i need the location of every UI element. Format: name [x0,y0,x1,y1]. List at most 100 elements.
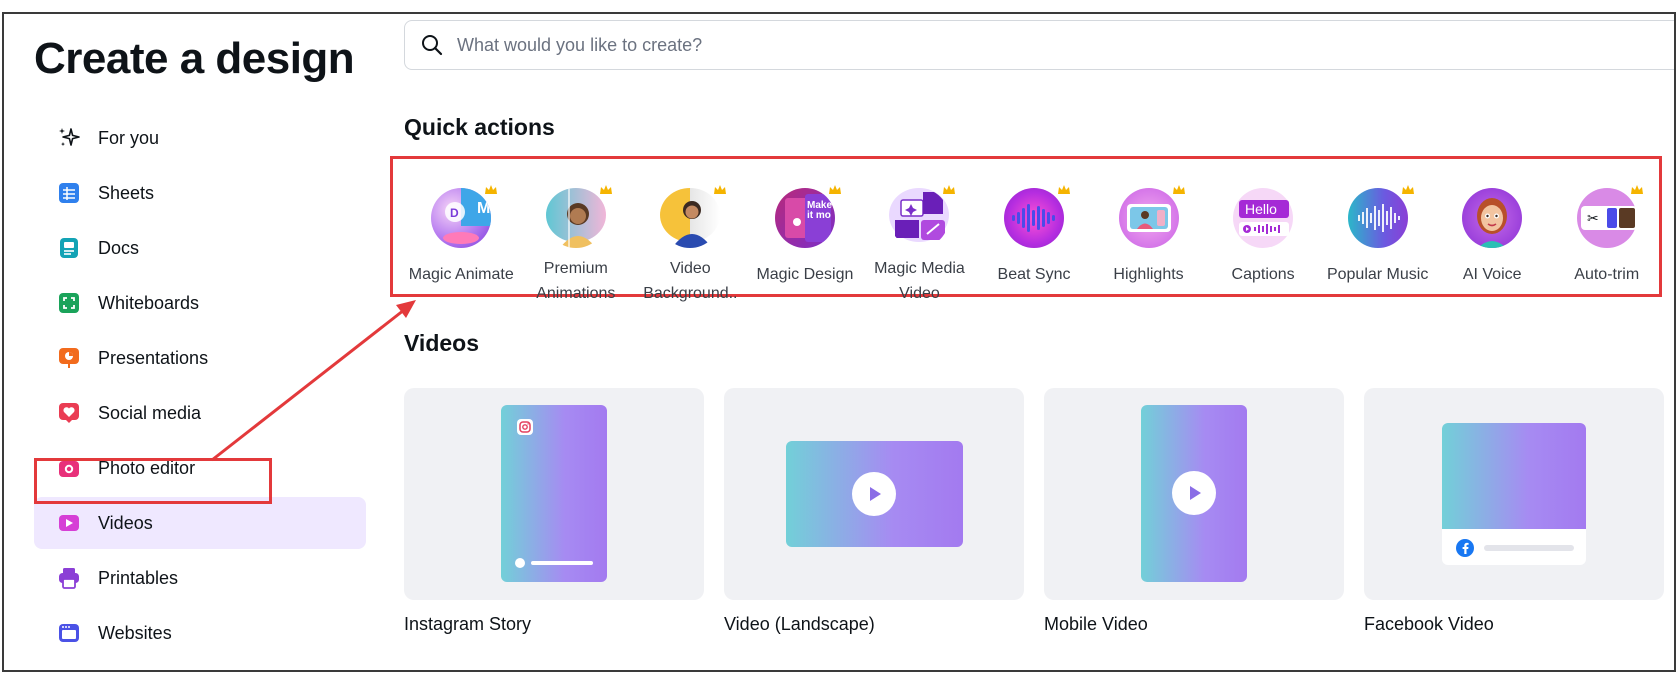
video-icon [56,510,82,536]
crown-icon [1397,180,1418,200]
magic-animate-thumbnail: M D [431,180,502,248]
quick-action-label: AI Voice [1462,266,1522,283]
sidebar-item-label: Websites [98,622,172,643]
beat-sync-thumbnail [1004,180,1074,248]
crown-icon [1626,180,1647,200]
card-mobile-video[interactable]: Mobile Video [1044,388,1344,635]
quick-action-label: Magic Animate [408,266,514,283]
search-input[interactable] [457,34,1357,56]
facebook-icon [1456,539,1474,557]
crown-icon [710,180,731,200]
crown-icon [595,180,616,200]
sidebar-item-label: For you [98,127,160,148]
crown-icon [481,180,502,200]
docs-icon [56,235,82,261]
page-title: Create a design [34,34,355,83]
sidebar-item-docs[interactable]: Docs [34,222,366,274]
quick-action-label: Magic Design [756,266,854,283]
browser-icon [56,620,82,646]
sidebar-item-videos[interactable]: Videos [34,497,366,549]
crown-icon [939,180,960,200]
videos-highlight-box [34,458,272,504]
presentation-icon [56,345,82,371]
search-bar[interactable] [404,20,1674,70]
quick-action-label: Highlights [1113,266,1184,283]
crown-icon [1054,180,1074,200]
quick-actions-title: Quick actions [404,114,555,140]
quick-actions-row: M D Magic Animate Premium Animations Vid… [404,176,1664,306]
videos-section-title: Videos [404,330,479,356]
sidebar-item-label: Sheets [98,182,155,203]
popular-music-thumbnail [1347,180,1418,248]
whiteboard-icon [56,290,82,316]
card-facebook-video[interactable]: Facebook Video [1364,388,1664,635]
printer-icon [56,565,82,591]
svg-text:✂: ✂ [1587,211,1599,227]
sidebar-item-presentations[interactable]: Presentations [34,332,366,384]
sidebar-item-social-media[interactable]: Social media [34,387,366,439]
sidebar-item-printables[interactable]: Printables [34,552,366,604]
premium-animations-thumbnail [545,180,616,248]
video-landscape-thumbnail [724,388,1024,600]
instagram-icon [517,419,533,435]
placeholder-line [1484,545,1574,551]
crown-icon [1168,180,1189,200]
captions-thumb-text: Hello [1245,201,1277,217]
facebook-video-thumbnail [1364,388,1664,600]
magic-media-video-thumbnail [889,180,960,242]
sidebar-item-label: Presentations [98,347,209,368]
quick-action-magic-animate[interactable]: M D Magic Animate [404,176,519,306]
sidebar-item-label: Social media [98,402,202,423]
quick-action-captions[interactable]: Hello Captions [1206,176,1321,306]
quick-action-popular-music[interactable]: Popular Music [1320,176,1435,306]
svg-text:D: D [450,206,459,220]
progress-line [531,561,593,565]
magic-design-thumbnail: Make it mo [774,180,845,248]
sidebar-item-sheets[interactable]: Sheets [34,167,366,219]
app-window: Create a design For you Sheets Docs [2,12,1676,672]
sidebar: For you Sheets Docs Whiteboards Presenta… [34,112,366,662]
card-label: Instagram Story [404,614,532,634]
sidebar-item-websites[interactable]: Websites [34,607,366,659]
card-label: Facebook Video [1364,614,1494,634]
play-icon [852,472,896,516]
quick-action-label: Magic Media Video [874,260,965,302]
highlights-thumbnail [1118,180,1189,248]
crown-icon [824,180,845,200]
sidebar-item-label: Whiteboards [98,292,200,313]
instagram-story-thumbnail [404,388,704,600]
play-icon [1172,471,1216,515]
quick-action-beat-sync[interactable]: Beat Sync [977,176,1092,306]
quick-action-label: Captions [1231,266,1295,283]
quick-action-label: Video Background.. [643,260,738,302]
sidebar-item-label: Docs [98,237,140,258]
mobile-video-thumbnail [1044,388,1344,600]
video-cards: Instagram Story Video (Landscape) Mobile… [404,388,1664,635]
quick-action-ai-voice[interactable]: AI Voice [1435,176,1550,306]
quick-action-highlights[interactable]: Highlights [1091,176,1206,306]
card-video-landscape[interactable]: Video (Landscape) [724,388,1024,635]
sheets-icon [56,180,82,206]
captions-thumbnail: Hello [1233,188,1294,248]
sidebar-item-label: Videos [98,512,153,533]
quick-action-label: Popular Music [1326,266,1429,283]
ai-voice-thumbnail [1462,188,1523,248]
heart-icon [56,400,82,426]
quick-action-premium-animations[interactable]: Premium Animations [519,176,634,306]
quick-action-auto-trim[interactable]: ✂ Auto-trim [1549,176,1664,306]
sidebar-item-label: Printables [98,567,179,588]
quick-action-video-background[interactable]: Video Background.. [633,176,748,306]
sparkle-icon [56,125,82,151]
video-background-thumbnail [660,180,731,248]
sidebar-item-for-you[interactable]: For you [34,112,366,164]
quick-action-label: Beat Sync [997,266,1071,283]
card-instagram-story[interactable]: Instagram Story [404,388,704,635]
search-icon [419,32,445,58]
sidebar-item-whiteboards[interactable]: Whiteboards [34,277,366,329]
auto-trim-thumbnail: ✂ [1576,180,1647,248]
svg-text:M: M [477,200,490,217]
quick-action-label: Premium Animations [536,260,616,302]
progress-dot [515,558,525,568]
quick-action-magic-design[interactable]: Make it mo Magic Design [748,176,863,306]
quick-action-magic-media-video[interactable]: Magic Media Video [862,176,977,306]
